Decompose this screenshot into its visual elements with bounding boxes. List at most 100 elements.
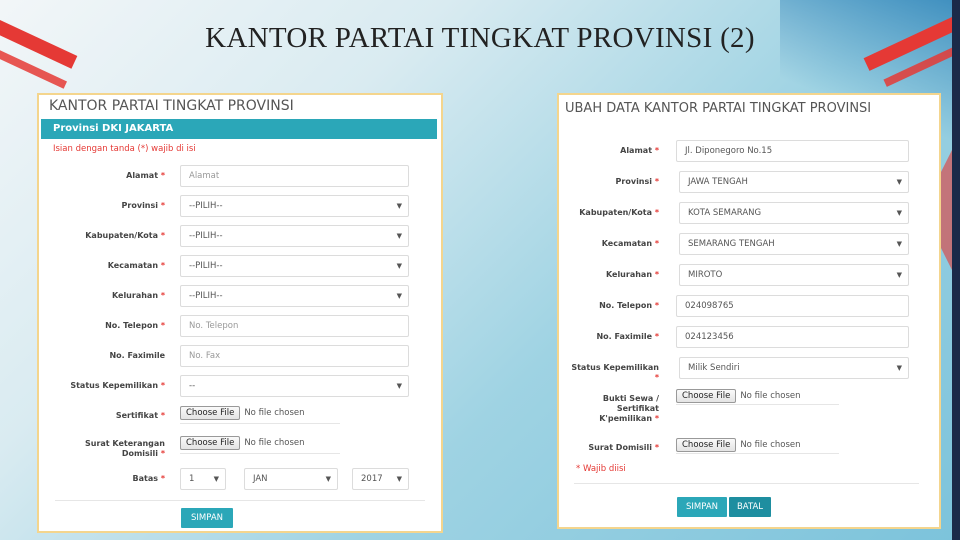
simpan-button[interactable]: SIMPAN (677, 497, 727, 517)
chevron-down-icon: ▼ (396, 475, 402, 483)
domisili-row: Surat Domisili * Choose File No file cho… (559, 437, 939, 461)
kelurahan-select[interactable]: MIROTO ▼ (679, 264, 909, 286)
alamat-row: Alamat * Alamat (39, 165, 441, 189)
kecamatan-row: Kecamatan * --PILIH-- ▼ (39, 255, 441, 279)
telepon-row: No. Telepon * No. Telepon (39, 315, 441, 339)
sertifikat-label: Sertifikat * (115, 411, 165, 420)
form-divider (55, 500, 425, 501)
batas-month-select[interactable]: JAN ▼ (244, 468, 338, 490)
field-underline (676, 453, 839, 454)
form-title: KANTOR PARTAI TINGKAT PROVINSI (49, 98, 294, 114)
status-label: Status Kepemilikan * (571, 363, 659, 382)
chevron-down-icon: ▼ (325, 475, 331, 483)
domisili-label: Surat Domisili * (588, 443, 659, 452)
batas-row: Batas * 1 ▼ JAN ▼ 2017 ▼ (39, 468, 441, 492)
domisili-file-status: No file chosen (740, 440, 801, 450)
edit-office-form: UBAH DATA KANTOR PARTAI TINGKAT PROVINSI… (557, 93, 941, 529)
kabupaten-select[interactable]: KOTA SEMARANG ▼ (679, 202, 909, 224)
chevron-down-icon: ▼ (896, 178, 902, 186)
surat-domisili-file-input: Choose File No file chosen (180, 435, 305, 451)
telepon-label: No. Telepon * (105, 321, 165, 330)
kecamatan-label: Kecamatan * (107, 261, 165, 270)
domisili-file-input: Choose File No file chosen (676, 437, 801, 453)
batas-label: Batas * (132, 474, 165, 483)
kelurahan-label: Kelurahan * (111, 291, 165, 300)
sertifikat-choose-file-button[interactable]: Choose File (180, 406, 241, 420)
bukti-file-input: Choose File No file chosen (676, 388, 801, 404)
form-title: UBAH DATA KANTOR PARTAI TINGKAT PROVINSI (565, 101, 872, 116)
batas-year-select[interactable]: 2017 ▼ (352, 468, 409, 490)
field-underline (676, 404, 839, 405)
simpan-button[interactable]: SIMPAN (181, 508, 233, 528)
batas-day-select[interactable]: 1 ▼ (180, 468, 226, 490)
surat-domisili-choose-file-button[interactable]: Choose File (180, 436, 241, 450)
chevron-down-icon: ▼ (896, 240, 902, 248)
bukti-file-status: No file chosen (740, 391, 801, 401)
faximile-row: No. Faximile * 024123456 (559, 326, 939, 350)
alamat-input[interactable]: Jl. Diponegoro No.15 (676, 140, 909, 162)
faximile-label: No. Faximile (109, 351, 165, 360)
kelurahan-select[interactable]: --PILIH-- ▼ (180, 285, 409, 307)
surat-domisili-label: Surat Keterangan Domisili * (84, 439, 165, 458)
provinsi-row: Provinsi * JAWA TENGAH ▼ (559, 171, 939, 195)
telepon-input[interactable]: No. Telepon (180, 315, 409, 337)
kabupaten-row: Kabupaten/Kota * --PILIH-- ▼ (39, 225, 441, 249)
telepon-row: No. Telepon * 024098765 (559, 295, 939, 319)
kelurahan-row: Kelurahan * MIROTO ▼ (559, 264, 939, 288)
bukti-label: Bukti Sewa / Sertifikat K'pemilikan * (599, 394, 659, 423)
province-section-bar: Provinsi DKI JAKARTA (41, 119, 437, 139)
kecamatan-label: Kecamatan * (601, 239, 659, 248)
kecamatan-select[interactable]: SEMARANG TENGAH ▼ (679, 233, 909, 255)
alamat-row: Alamat * Jl. Diponegoro No.15 (559, 140, 939, 164)
background-right-border (952, 0, 960, 540)
domisili-choose-file-button[interactable]: Choose File (676, 438, 737, 452)
field-underline (180, 453, 340, 454)
kabupaten-row: Kabupaten/Kota * KOTA SEMARANG ▼ (559, 202, 939, 226)
create-office-form: KANTOR PARTAI TINGKAT PROVINSI Provinsi … (37, 93, 443, 533)
kabupaten-label: Kabupaten/Kota * (579, 208, 659, 217)
kabupaten-select[interactable]: --PILIH-- ▼ (180, 225, 409, 247)
alamat-label: Alamat * (126, 171, 165, 180)
kecamatan-row: Kecamatan * SEMARANG TENGAH ▼ (559, 233, 939, 257)
status-row: Status Kepemilikan * -- ▼ (39, 375, 441, 399)
chevron-down-icon: ▼ (213, 475, 219, 483)
provinsi-label: Provinsi * (615, 177, 659, 186)
surat-domisili-file-status: No file chosen (244, 438, 305, 448)
status-label: Status Kepemilikan * (70, 381, 165, 390)
faximile-input[interactable]: 024123456 (676, 326, 909, 348)
kelurahan-label: Kelurahan * (605, 270, 659, 279)
telepon-input[interactable]: 024098765 (676, 295, 909, 317)
chevron-down-icon: ▼ (396, 382, 402, 390)
chevron-down-icon: ▼ (396, 262, 402, 270)
faximile-label: No. Faximile * (596, 332, 659, 341)
status-row: Status Kepemilikan * Milik Sendiri ▼ (559, 357, 939, 382)
telepon-label: No. Telepon * (599, 301, 659, 310)
slide-title: KANTOR PARTAI TINGKAT PROVINSI (2) (205, 22, 755, 54)
chevron-down-icon: ▼ (896, 364, 902, 372)
required-note: Isian dengan tanda (*) wajib di isi (53, 144, 196, 154)
chevron-down-icon: ▼ (896, 209, 902, 217)
status-select[interactable]: -- ▼ (180, 375, 409, 397)
provinsi-row: Provinsi * --PILIH-- ▼ (39, 195, 441, 219)
batal-button[interactable]: BATAL (729, 497, 771, 517)
sertifikat-file-input: Choose File No file chosen (180, 405, 305, 421)
bukti-row: Bukti Sewa / Sertifikat K'pemilikan * Choo… (559, 388, 939, 428)
chevron-down-icon: ▼ (396, 292, 402, 300)
form-divider (574, 483, 919, 484)
kecamatan-select[interactable]: --PILIH-- ▼ (180, 255, 409, 277)
alamat-input[interactable]: Alamat (180, 165, 409, 187)
field-underline (180, 423, 340, 424)
status-select[interactable]: Milik Sendiri ▼ (679, 357, 909, 379)
chevron-down-icon: ▼ (396, 232, 402, 240)
chevron-down-icon: ▼ (896, 271, 902, 279)
faximile-input[interactable]: No. Fax (180, 345, 409, 367)
provinsi-label: Provinsi * (121, 201, 165, 210)
provinsi-select[interactable]: JAWA TENGAH ▼ (679, 171, 909, 193)
provinsi-select[interactable]: --PILIH-- ▼ (180, 195, 409, 217)
bukti-choose-file-button[interactable]: Choose File (676, 389, 737, 403)
kelurahan-row: Kelurahan * --PILIH-- ▼ (39, 285, 441, 309)
alamat-label: Alamat * (620, 146, 659, 155)
chevron-down-icon: ▼ (396, 202, 402, 210)
sertifikat-file-status: No file chosen (244, 408, 305, 418)
faximile-row: No. Faximile No. Fax (39, 345, 441, 369)
